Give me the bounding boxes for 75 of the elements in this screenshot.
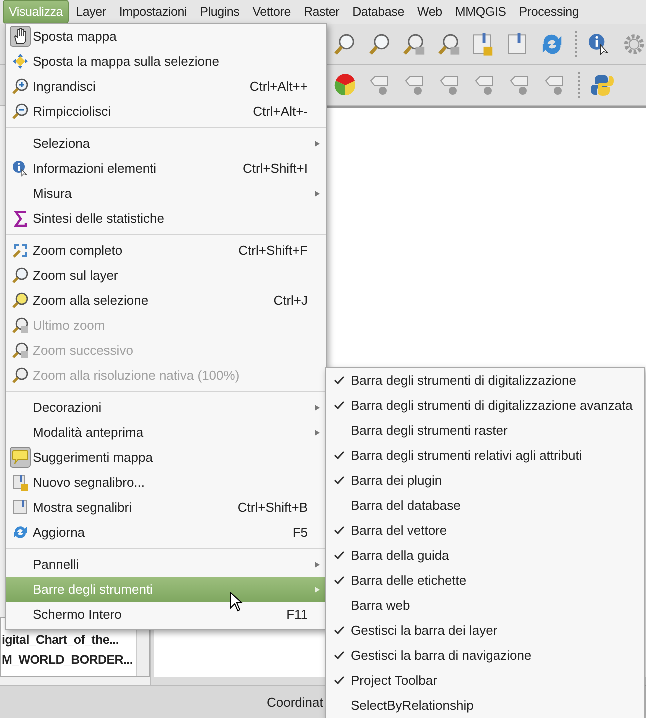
zoom-out-icon bbox=[12, 103, 29, 120]
gear-icon[interactable] bbox=[622, 32, 646, 56]
menu-item[interactable]: Aggiorna F5 bbox=[6, 520, 326, 545]
sigma-icon bbox=[14, 210, 28, 226]
menu-item[interactable]: Barra dei plugin bbox=[326, 468, 644, 493]
bookmark-icon bbox=[12, 499, 28, 516]
move-arrows-icon bbox=[12, 53, 29, 70]
menu-item[interactable]: Barra della guida bbox=[326, 543, 644, 568]
layer-name[interactable]: igital_Chart_of_the... bbox=[2, 630, 136, 650]
status-text: Coordinat bbox=[267, 694, 324, 710]
menu-bar-item[interactable]: MMQGIS bbox=[449, 0, 512, 24]
menu-item[interactable]: Project Toolbar bbox=[326, 668, 644, 693]
magnifier-icon[interactable] bbox=[368, 32, 392, 56]
menu-item[interactable]: Misura bbox=[6, 181, 326, 206]
submenu-arrow-icon bbox=[315, 562, 320, 568]
pie-chart-icon[interactable] bbox=[333, 72, 358, 98]
zoom-forward-icon[interactable] bbox=[436, 32, 462, 56]
menu-bar-item[interactable]: Vettore bbox=[246, 0, 297, 24]
submenu-arrow-icon bbox=[315, 140, 320, 146]
menu-item[interactable]: Barra degli strumenti relativi agli attributi bbox=[326, 443, 644, 468]
menu-bar-item[interactable]: Raster bbox=[298, 0, 346, 24]
menu-item[interactable]: Modalità anteprima bbox=[6, 420, 326, 445]
menu-item[interactable]: Sposta la mappa sulla selezione bbox=[6, 49, 326, 74]
menu-item[interactable]: Barra web bbox=[326, 593, 644, 618]
menu-bar-item[interactable]: Processing bbox=[513, 0, 586, 24]
menu-item[interactable]: Pannelli bbox=[6, 552, 326, 577]
menu-item[interactable]: Barra del vettore bbox=[326, 518, 644, 543]
layer-name[interactable]: M_WORLD_BORDER... bbox=[2, 650, 136, 670]
menu-item[interactable]: SelectByRelationship bbox=[326, 693, 644, 718]
menu-item[interactable]: Sintesi delle statistiche bbox=[6, 206, 326, 231]
menu-item[interactable]: Zoom completo Ctrl+Shift+F bbox=[6, 238, 326, 263]
menu-item[interactable]: Informazioni elementi Ctrl+Shift+I bbox=[6, 156, 326, 181]
menu-item[interactable]: Zoom alla selezione Ctrl+J bbox=[6, 288, 326, 313]
menu-bar-item[interactable]: Impostazioni bbox=[113, 0, 194, 24]
menu-item[interactable]: Barra delle etichette bbox=[326, 568, 644, 593]
hand-icon bbox=[13, 28, 28, 45]
menu-item[interactable]: Gestisci la barra di navigazione bbox=[326, 643, 644, 668]
submenu-arrow-icon bbox=[315, 404, 320, 410]
menu-item[interactable]: Suggerimenti mappa bbox=[6, 445, 326, 470]
menu-item[interactable]: Nuovo segnalibro... bbox=[6, 470, 326, 495]
zoom-in-icon bbox=[12, 78, 29, 95]
menu-bar-item[interactable]: Web bbox=[412, 0, 448, 24]
info-icon bbox=[12, 160, 29, 177]
menu-item[interactable]: Sposta mappa bbox=[6, 24, 326, 49]
zoom-back-icon bbox=[12, 317, 29, 334]
menu-item[interactable]: Barra del database bbox=[326, 493, 644, 518]
magnifier-icon bbox=[12, 267, 29, 284]
menu-item[interactable]: Barra degli strumenti raster bbox=[326, 418, 644, 443]
menu-item[interactable]: Rimpicciolisci Ctrl+Alt+- bbox=[6, 99, 326, 124]
magnifier-icon bbox=[12, 292, 29, 309]
python-icon[interactable] bbox=[590, 72, 615, 98]
menu-item[interactable]: Barra degli strumenti di digitalizzazione avanzata bbox=[326, 393, 644, 418]
menu-bar-item[interactable]: Layer bbox=[70, 0, 112, 24]
submenu-arrow-icon bbox=[315, 430, 320, 436]
info-icon[interactable] bbox=[586, 32, 612, 56]
menu-item[interactable]: Mostra segnalibri Ctrl+Shift+B bbox=[6, 495, 326, 520]
menu-item[interactable]: Gestisci la barra dei layer bbox=[326, 618, 644, 643]
menu-bar-item[interactable]: Database bbox=[346, 0, 410, 24]
menu-bar-item[interactable]: Plugins bbox=[194, 0, 246, 24]
refresh-icon bbox=[12, 524, 29, 541]
menu-item[interactable]: Ingrandisci Ctrl+Alt++ bbox=[6, 74, 326, 99]
menu-item[interactable]: Barra degli strumenti di digitalizzazione bbox=[326, 368, 644, 393]
zoom-back-icon[interactable] bbox=[402, 32, 427, 56]
zoom-forward-icon bbox=[12, 342, 29, 359]
menu-item[interactable]: Zoom sul layer bbox=[6, 263, 326, 288]
submenu-arrow-icon bbox=[315, 190, 320, 196]
submenu-arrow-icon bbox=[315, 586, 320, 592]
bookmark-new-icon bbox=[12, 474, 28, 491]
menu-item[interactable]: Decorazioni bbox=[6, 395, 326, 420]
mouse-cursor-icon bbox=[230, 592, 244, 612]
menu-item[interactable]: Seleziona bbox=[6, 131, 326, 156]
speech-bubble-icon bbox=[12, 450, 29, 465]
zoom-full-icon bbox=[12, 242, 29, 259]
magnifier-icon bbox=[12, 367, 29, 384]
menu-item[interactable]: Schermo Intero F11 bbox=[6, 602, 326, 627]
